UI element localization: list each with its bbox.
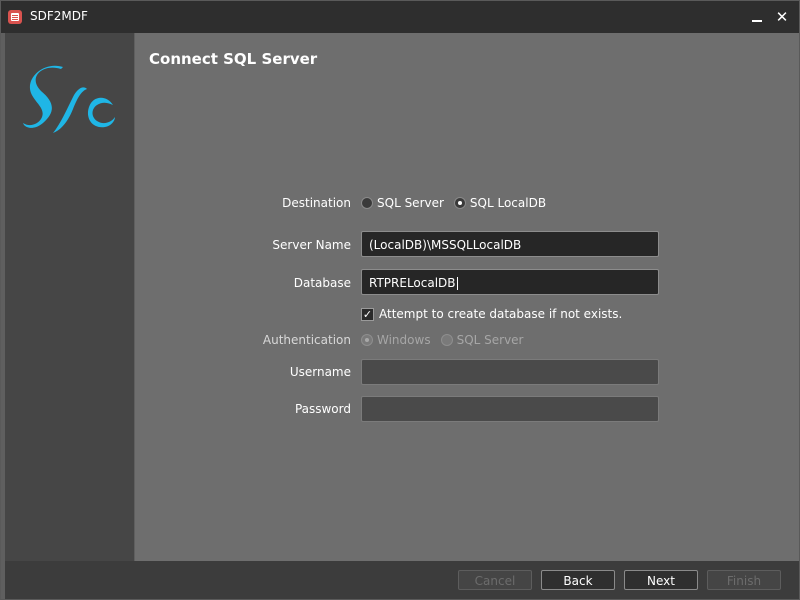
radio-unchecked-icon [440,334,453,346]
auth-windows-radio[interactable]: Windows [361,333,431,347]
destination-label: Destination [282,196,351,210]
title-bar: SDF2MDF ✕ [1,1,799,33]
finish-button[interactable]: Finish [707,570,781,590]
radio-checked-icon [453,197,466,209]
password-label: Password [294,402,351,416]
close-button[interactable]: ✕ [770,5,794,29]
minimize-button[interactable] [746,5,770,29]
destination-sql-server-label: SQL Server [377,196,444,210]
close-icon: ✕ [775,8,789,26]
authentication-radio-group: Windows SQL Server [361,332,534,348]
page-title: Connect SQL Server [149,50,318,68]
next-button[interactable]: Next [624,570,698,590]
database-input[interactable]: RTPRELocalDB [361,269,659,295]
app-icon [8,10,22,24]
sc-logo-icon [23,65,115,133]
auth-windows-label: Windows [377,333,431,347]
checkmark-icon: ✓ [362,307,373,321]
main-content: Connect SQL Server Destination SQL Serve… [135,33,799,561]
cancel-button[interactable]: Cancel [458,570,532,590]
create-db-checkbox-row[interactable]: ✓ Attempt to create database if not exis… [361,307,622,321]
minimize-icon [752,20,762,22]
app-window: SDF2MDF ✕ Connect SQL Server Destination… [0,0,800,600]
destination-localdb-radio[interactable]: SQL LocalDB [453,196,547,210]
wizard-footer: Cancel Back Next Finish [5,561,799,599]
destination-localdb-label: SQL LocalDB [469,196,547,210]
create-db-label: Attempt to create database if not exists… [379,307,623,321]
create-db-checkbox[interactable]: ✓ [361,307,374,321]
password-input[interactable] [361,396,659,422]
server-name-input[interactable]: (LocalDB)\MSSQLLocalDB [361,231,659,257]
destination-sql-server-radio[interactable]: SQL Server [361,196,444,210]
radio-checked-icon [361,334,373,346]
back-button[interactable]: Back [541,570,615,590]
auth-sql-server-radio[interactable]: SQL Server [440,333,524,347]
username-input[interactable] [361,359,659,385]
sidebar [5,33,134,561]
server-name-label: Server Name [272,238,351,252]
destination-radio-group: SQL Server SQL LocalDB [361,195,556,211]
authentication-label: Authentication [262,333,351,347]
database-label: Database [293,276,351,290]
auth-sql-server-label: SQL Server [456,333,524,347]
window-title: SDF2MDF [30,9,88,23]
radio-unchecked-icon [361,197,373,209]
username-label: Username [289,365,351,379]
database-value: RTPRELocalDB [369,276,456,290]
text-caret [456,277,458,290]
